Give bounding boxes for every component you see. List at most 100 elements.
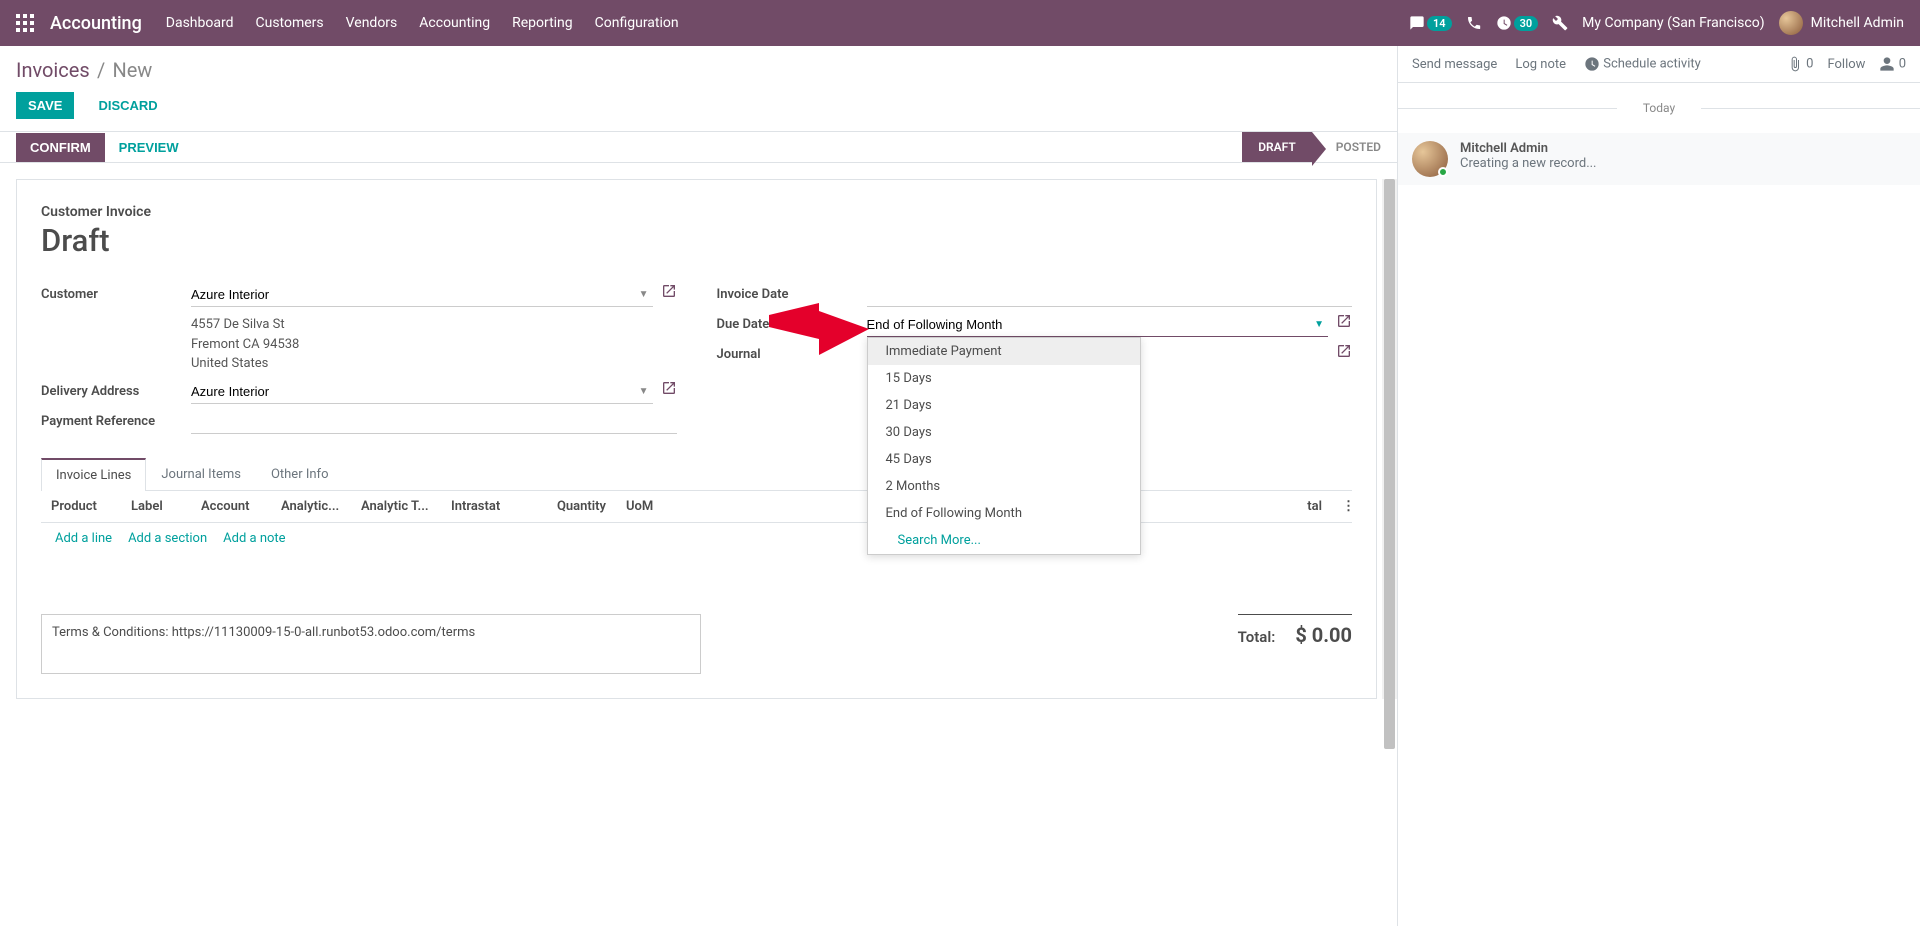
- payref-label: Payment Reference: [41, 410, 191, 429]
- chatter-date-separator: Today: [1398, 101, 1920, 115]
- phone-button[interactable]: [1466, 15, 1482, 31]
- external-link-icon[interactable]: [661, 283, 677, 299]
- col-uom[interactable]: UoM: [616, 499, 676, 514]
- delivery-input[interactable]: [191, 380, 653, 404]
- status-bar: CONFIRM PREVIEW DRAFT POSTED: [0, 132, 1397, 163]
- debug-button[interactable]: [1552, 15, 1568, 31]
- dropdown-option[interactable]: 45 Days: [868, 446, 1140, 473]
- discard-button[interactable]: DISCARD: [86, 92, 169, 119]
- external-link-icon[interactable]: [1336, 343, 1352, 359]
- external-link-icon[interactable]: [1336, 313, 1352, 329]
- sheet-subtitle: Customer Invoice: [41, 204, 1352, 220]
- avatar-icon: [1412, 141, 1448, 177]
- totals-summary: Total: $ 0.00: [1238, 614, 1352, 647]
- confirm-button[interactable]: CONFIRM: [16, 133, 105, 162]
- col-total[interactable]: tal: [1292, 499, 1332, 514]
- col-analytic-tags[interactable]: Analytic T...: [351, 499, 441, 514]
- menu-reporting[interactable]: Reporting: [512, 15, 573, 31]
- total-label: Total:: [1238, 628, 1276, 646]
- chatter-sidebar: Send message Log note Schedule activity …: [1397, 46, 1920, 926]
- columns-menu-icon[interactable]: ⋮: [1332, 499, 1352, 514]
- add-section-link[interactable]: Add a section: [128, 531, 207, 546]
- dropdown-option[interactable]: 15 Days: [868, 365, 1140, 392]
- user-menu[interactable]: Mitchell Admin: [1779, 11, 1904, 35]
- followers-button[interactable]: 0: [1879, 56, 1906, 72]
- add-note-link[interactable]: Add a note: [223, 531, 285, 546]
- dropdown-option[interactable]: Immediate Payment: [868, 338, 1140, 365]
- customer-address: 4557 De Silva St Fremont CA 94538 United…: [191, 315, 677, 374]
- sheet-title: Draft: [41, 222, 1352, 259]
- follow-button[interactable]: Follow: [1827, 57, 1865, 72]
- avatar-icon: [1779, 11, 1803, 35]
- menu-customers[interactable]: Customers: [256, 15, 324, 31]
- clock-icon: [1584, 56, 1600, 72]
- add-line-link[interactable]: Add a line: [55, 531, 112, 546]
- dropdown-option[interactable]: End of Following Month: [868, 500, 1140, 527]
- col-label[interactable]: Label: [121, 499, 191, 514]
- breadcrumb-current: New: [112, 58, 152, 82]
- form-sheet: Customer Invoice Draft Customer ▼: [16, 179, 1377, 699]
- invoice-date-label: Invoice Date: [717, 283, 867, 302]
- schedule-activity-button[interactable]: Schedule activity: [1584, 56, 1701, 72]
- col-analytic[interactable]: Analytic...: [271, 499, 351, 514]
- chevron-down-icon[interactable]: ▼: [1314, 319, 1324, 330]
- due-date-dropdown[interactable]: Immediate Payment 15 Days 21 Days 30 Day…: [867, 337, 1141, 555]
- menu-dashboard[interactable]: Dashboard: [166, 15, 234, 31]
- send-message-button[interactable]: Send message: [1412, 57, 1497, 72]
- status-draft[interactable]: DRAFT: [1242, 132, 1312, 162]
- menu-vendors[interactable]: Vendors: [346, 15, 398, 31]
- payref-input[interactable]: [191, 410, 677, 434]
- main-menu: Dashboard Customers Vendors Accounting R…: [166, 15, 679, 31]
- dropdown-search-more[interactable]: Search More...: [868, 527, 1140, 554]
- scrollbar-track[interactable]: [1382, 179, 1397, 699]
- messages-button[interactable]: 14: [1409, 15, 1452, 31]
- breadcrumb: Invoices / New: [0, 46, 1397, 86]
- preview-button[interactable]: PREVIEW: [105, 133, 193, 162]
- paperclip-icon: [1787, 56, 1803, 72]
- chevron-down-icon[interactable]: ▼: [639, 386, 649, 397]
- dropdown-option[interactable]: 21 Days: [868, 392, 1140, 419]
- invoice-lines-table: Product Label Account Analytic... Analyt…: [41, 491, 1352, 554]
- apps-icon[interactable]: [16, 14, 34, 32]
- chatter-toolbar: Send message Log note Schedule activity …: [1398, 46, 1920, 83]
- dropdown-option[interactable]: 30 Days: [868, 419, 1140, 446]
- invoice-date-input[interactable]: [867, 283, 1353, 307]
- journal-label: Journal: [717, 343, 867, 362]
- status-posted[interactable]: POSTED: [1312, 132, 1397, 162]
- log-note-button[interactable]: Log note: [1515, 57, 1566, 72]
- col-quantity[interactable]: Quantity: [531, 499, 616, 514]
- app-brand[interactable]: Accounting: [50, 13, 142, 34]
- tab-invoice-lines[interactable]: Invoice Lines: [41, 458, 146, 491]
- delivery-label: Delivery Address: [41, 380, 191, 399]
- company-selector[interactable]: My Company (San Francisco): [1582, 15, 1764, 31]
- menu-accounting[interactable]: Accounting: [419, 15, 490, 31]
- menu-configuration[interactable]: Configuration: [595, 15, 679, 31]
- dropdown-option[interactable]: 2 Months: [868, 473, 1140, 500]
- clock-icon: [1496, 15, 1512, 31]
- attachments-button[interactable]: 0: [1787, 56, 1814, 72]
- message-author: Mitchell Admin: [1460, 141, 1597, 156]
- action-bar: SAVE DISCARD: [0, 86, 1397, 132]
- external-link-icon[interactable]: [661, 380, 677, 396]
- save-button[interactable]: SAVE: [16, 92, 74, 119]
- tab-other-info[interactable]: Other Info: [256, 458, 344, 490]
- chevron-down-icon[interactable]: ▼: [639, 289, 649, 300]
- top-navigation: Accounting Dashboard Customers Vendors A…: [0, 0, 1920, 46]
- user-name: Mitchell Admin: [1811, 15, 1904, 31]
- col-product[interactable]: Product: [41, 499, 121, 514]
- notebook-tabs: Invoice Lines Journal Items Other Info: [41, 458, 1352, 491]
- message-text: Creating a new record...: [1460, 156, 1597, 171]
- chatter-message: Mitchell Admin Creating a new record...: [1398, 133, 1920, 185]
- online-indicator-icon: [1438, 167, 1448, 177]
- activities-button[interactable]: 30: [1496, 15, 1539, 31]
- customer-input[interactable]: [191, 283, 653, 307]
- due-date-input[interactable]: [867, 313, 1329, 337]
- tab-journal-items[interactable]: Journal Items: [146, 458, 256, 490]
- col-account[interactable]: Account: [191, 499, 271, 514]
- scrollbar-thumb[interactable]: [1384, 179, 1395, 749]
- breadcrumb-parent[interactable]: Invoices: [16, 58, 90, 82]
- user-icon: [1879, 56, 1895, 72]
- main-content: Invoices / New SAVE DISCARD CONFIRM PREV…: [0, 46, 1397, 926]
- col-intrastat[interactable]: Intrastat: [441, 499, 531, 514]
- terms-textarea[interactable]: Terms & Conditions: https://11130009-15-…: [41, 614, 701, 674]
